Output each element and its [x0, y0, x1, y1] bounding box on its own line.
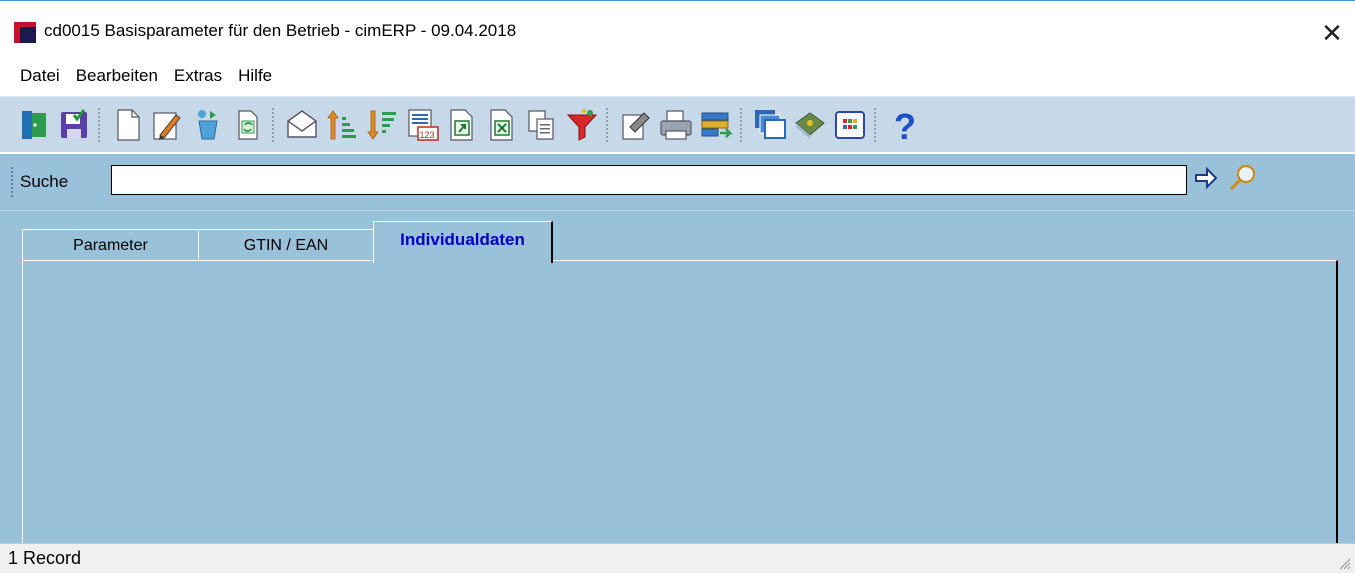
tab-parameter[interactable]: Parameter [22, 229, 200, 261]
export-icon [450, 108, 473, 141]
properties-icon [622, 111, 650, 140]
arrow-right-icon[interactable] [1194, 166, 1218, 190]
new-document-icon [117, 108, 140, 141]
edit-icon [153, 111, 181, 140]
title-bar: cd0015 Basisparameter für den Betrieb - … [0, 1, 1355, 61]
edit-button[interactable] [148, 102, 188, 148]
close-button[interactable]: ✕ [1309, 13, 1355, 53]
magnifier-icon[interactable] [1227, 162, 1259, 194]
print-icon [660, 109, 692, 140]
mail-button[interactable] [282, 102, 322, 148]
filter-icon [566, 108, 598, 141]
grid-button[interactable] [830, 102, 870, 148]
copy-button[interactable] [522, 102, 562, 148]
mail-icon [287, 109, 317, 138]
tab-gtin-ean[interactable]: GTIN / EAN [198, 229, 375, 261]
sort-ascending-icon [327, 109, 356, 139]
properties-button[interactable] [616, 102, 656, 148]
help-icon: ? [894, 107, 916, 143]
windows-button[interactable] [750, 102, 790, 148]
sort-descending-button[interactable] [362, 102, 402, 148]
help-button[interactable]: ? [884, 102, 924, 148]
book-button[interactable] [790, 102, 830, 148]
toolbar-separator [740, 107, 746, 142]
recycle-icon [198, 109, 218, 139]
toolbar-separator [874, 107, 880, 142]
new-button[interactable] [108, 102, 148, 148]
svg-text:?: ? [894, 107, 916, 143]
window-title: cd0015 Basisparameter für den Betrieb - … [44, 21, 517, 40]
app-logo-icon [14, 22, 36, 43]
menu-extras[interactable]: Extras [166, 63, 230, 89]
transfer-icon [701, 112, 733, 138]
grid-icon [835, 110, 865, 139]
export-button[interactable] [442, 102, 482, 148]
copy-icon [528, 109, 554, 140]
menu-bar: Datei Bearbeiten Extras Hilfe [0, 63, 280, 89]
refresh-button[interactable] [228, 102, 268, 148]
toolbar-separator [606, 107, 612, 142]
content-area: Parameter GTIN / EAN Individualdaten [0, 211, 1355, 550]
search-grip [11, 167, 15, 197]
application-window: cd0015 Basisparameter für den Betrieb - … [0, 0, 1355, 573]
svg-text:123: 123 [420, 130, 435, 140]
record-count: 1 Record [8, 548, 82, 568]
windows-icon [755, 109, 786, 139]
toolbar: 123 ? [0, 96, 1355, 152]
filter-button[interactable] [562, 102, 602, 148]
search-label: Suche [20, 172, 69, 191]
recycle-button[interactable] [188, 102, 228, 148]
refresh-icon [238, 109, 258, 140]
book-icon [795, 111, 825, 139]
save-button[interactable] [54, 102, 94, 148]
numbered-list-icon: 123 [408, 108, 439, 141]
search-bar: Suche [0, 154, 1355, 211]
save-icon [61, 108, 87, 138]
numbered-list-button[interactable]: 123 [402, 102, 442, 148]
sort-descending-icon [367, 110, 396, 140]
toolbar-separator [98, 107, 104, 142]
sort-ascending-button[interactable] [322, 102, 362, 148]
menu-hilfe[interactable]: Hilfe [230, 63, 280, 89]
search-input[interactable] [111, 165, 1187, 195]
exit-button[interactable] [14, 102, 54, 148]
menu-bearbeiten[interactable]: Bearbeiten [68, 63, 166, 89]
excel-icon [490, 108, 513, 141]
resize-grip-icon[interactable] [1337, 556, 1351, 570]
status-bar: 1 Record [0, 543, 1355, 573]
excel-export-button[interactable] [482, 102, 522, 148]
print-button[interactable] [656, 102, 696, 148]
toolbar-separator [272, 107, 278, 142]
exit-door-icon [22, 110, 46, 139]
tab-individualdaten[interactable]: Individualdaten [373, 221, 553, 263]
transfer-button[interactable] [696, 102, 736, 148]
tab-panel [22, 260, 1338, 550]
menu-datei[interactable]: Datei [0, 63, 68, 89]
